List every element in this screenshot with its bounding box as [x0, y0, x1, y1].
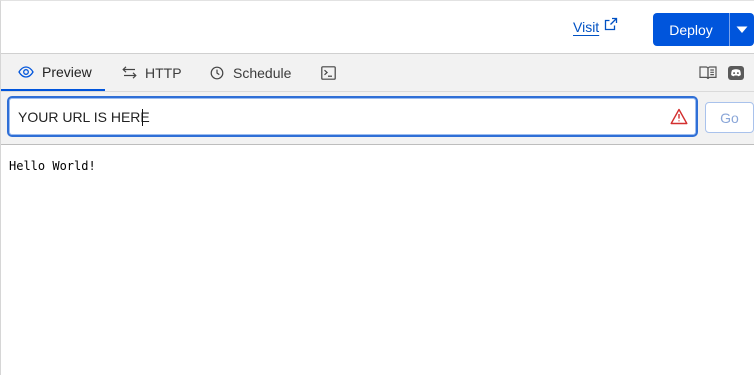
tab-preview[interactable]: Preview	[1, 54, 105, 91]
preview-output: Hello World!	[9, 159, 96, 173]
text-cursor	[142, 109, 143, 126]
url-field	[7, 96, 698, 137]
tab-schedule[interactable]: Schedule	[209, 54, 291, 91]
deploy-button[interactable]: Deploy	[653, 13, 729, 46]
visit-link[interactable]: Visit	[573, 17, 618, 37]
tab-http[interactable]: HTTP	[121, 54, 182, 91]
url-input[interactable]	[18, 106, 696, 127]
preview-pane: Hello World!	[1, 145, 754, 375]
visit-label: Visit	[573, 19, 600, 35]
tab-label: Schedule	[233, 64, 292, 81]
deploy-options-button[interactable]	[730, 13, 754, 46]
go-button[interactable]: Go	[705, 102, 754, 133]
deploy-split-button: Deploy	[653, 13, 754, 46]
tab-label: HTTP	[145, 64, 182, 81]
discord-icon[interactable]	[727, 64, 745, 82]
top-bar: Visit Deploy	[1, 1, 754, 54]
tab-bar: Preview HTTP Schedule	[1, 54, 754, 92]
worker-editor-panel: Visit Deploy Preview HTTP Schedule YOUR …	[0, 0, 754, 375]
terminal-icon	[320, 65, 336, 81]
external-link-icon	[604, 17, 618, 31]
tab-console[interactable]	[320, 54, 336, 91]
tab-label: Preview	[42, 63, 92, 80]
url-bar-row: Go	[1, 92, 754, 145]
swap-arrows-icon	[121, 65, 137, 81]
eye-icon	[18, 64, 34, 80]
docs-book-icon[interactable]	[699, 64, 717, 82]
caret-down-icon	[736, 26, 748, 34]
warning-icon	[670, 108, 688, 126]
clock-icon	[209, 65, 225, 81]
